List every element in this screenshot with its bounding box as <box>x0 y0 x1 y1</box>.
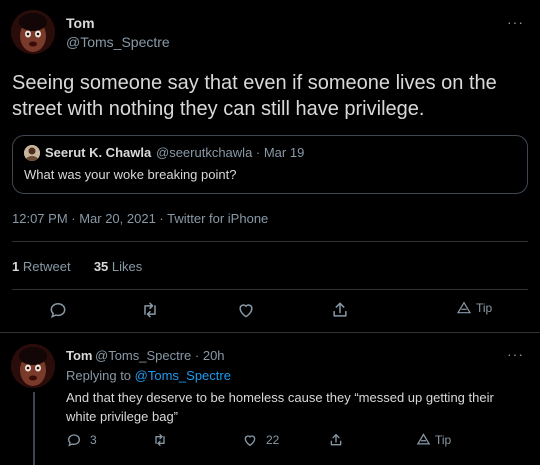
tip-icon <box>456 301 472 314</box>
reply-actions: 3 22 Tip <box>0 432 540 452</box>
author-handle[interactable]: @Toms_Spectre <box>66 34 170 50</box>
author-name[interactable]: Tom <box>66 15 95 31</box>
like-count: 35 <box>93 259 109 274</box>
share-button[interactable] <box>330 300 350 320</box>
like-button[interactable]: 22 <box>242 432 279 448</box>
tweet-timestamp[interactable]: 12:07 PM · Mar 20, 2021 · Twitter for iP… <box>12 211 268 226</box>
quote-author-name: Seerut K. Chawla <box>45 145 152 160</box>
reply-author-name[interactable]: Tom <box>66 348 92 363</box>
reply-icon <box>50 302 66 319</box>
retweet-count: 1 <box>12 259 20 274</box>
replying-to: Replying to @Toms_Spectre <box>66 368 231 383</box>
thread-line <box>33 392 35 465</box>
replying-to-link[interactable]: @Toms_Spectre <box>135 368 231 383</box>
heart-icon <box>244 435 256 447</box>
share-icon <box>333 302 347 317</box>
share-icon <box>330 434 342 446</box>
like-label: Likes <box>111 259 143 274</box>
quote-text: What was your woke breaking point? <box>24 167 237 182</box>
quoted-tweet[interactable]: Seerut K. Chawla @seerutkchawla · Mar 19… <box>12 135 528 194</box>
tweet-text: Seeing someone say that even if someone … <box>12 72 497 120</box>
quote-meta: @seerutkchawla · Mar 19 <box>156 145 305 160</box>
reply-text: And that they deserve to be homeless cau… <box>66 390 494 424</box>
retweet-button[interactable] <box>140 300 160 320</box>
author-avatar[interactable] <box>11 10 55 54</box>
retweet-button[interactable] <box>152 432 168 448</box>
heart-icon <box>239 304 253 318</box>
reply-count: 3 <box>90 433 97 447</box>
retweet-icon <box>144 302 156 318</box>
tip-label: Tip <box>435 432 452 447</box>
divider <box>12 289 528 290</box>
tip-button[interactable]: Tip <box>456 300 492 316</box>
more-icon[interactable]: ··· <box>507 346 524 362</box>
share-button[interactable] <box>328 432 344 448</box>
tip-icon <box>416 433 431 445</box>
quote-avatar <box>24 145 40 161</box>
reply-button[interactable]: 3 <box>66 432 97 448</box>
reply-button[interactable] <box>48 300 68 320</box>
divider <box>0 332 540 333</box>
more-icon[interactable]: ··· <box>507 14 524 30</box>
reply-meta[interactable]: @Toms_Spectre · 20h <box>95 348 225 363</box>
replying-prefix: Replying to <box>66 368 135 383</box>
retweet-label: Retweet <box>22 259 71 274</box>
tweet-stats[interactable]: 1 Retweet 35 Likes <box>12 259 142 274</box>
tip-button[interactable]: Tip <box>416 432 451 447</box>
tweet-actions: Tip <box>0 300 540 322</box>
retweet-icon <box>155 434 165 446</box>
divider <box>12 241 528 242</box>
reply-icon <box>67 434 81 447</box>
reply-author-avatar[interactable] <box>11 344 55 388</box>
tip-label: Tip <box>476 301 493 315</box>
like-count: 22 <box>266 433 280 447</box>
like-button[interactable] <box>236 300 256 320</box>
